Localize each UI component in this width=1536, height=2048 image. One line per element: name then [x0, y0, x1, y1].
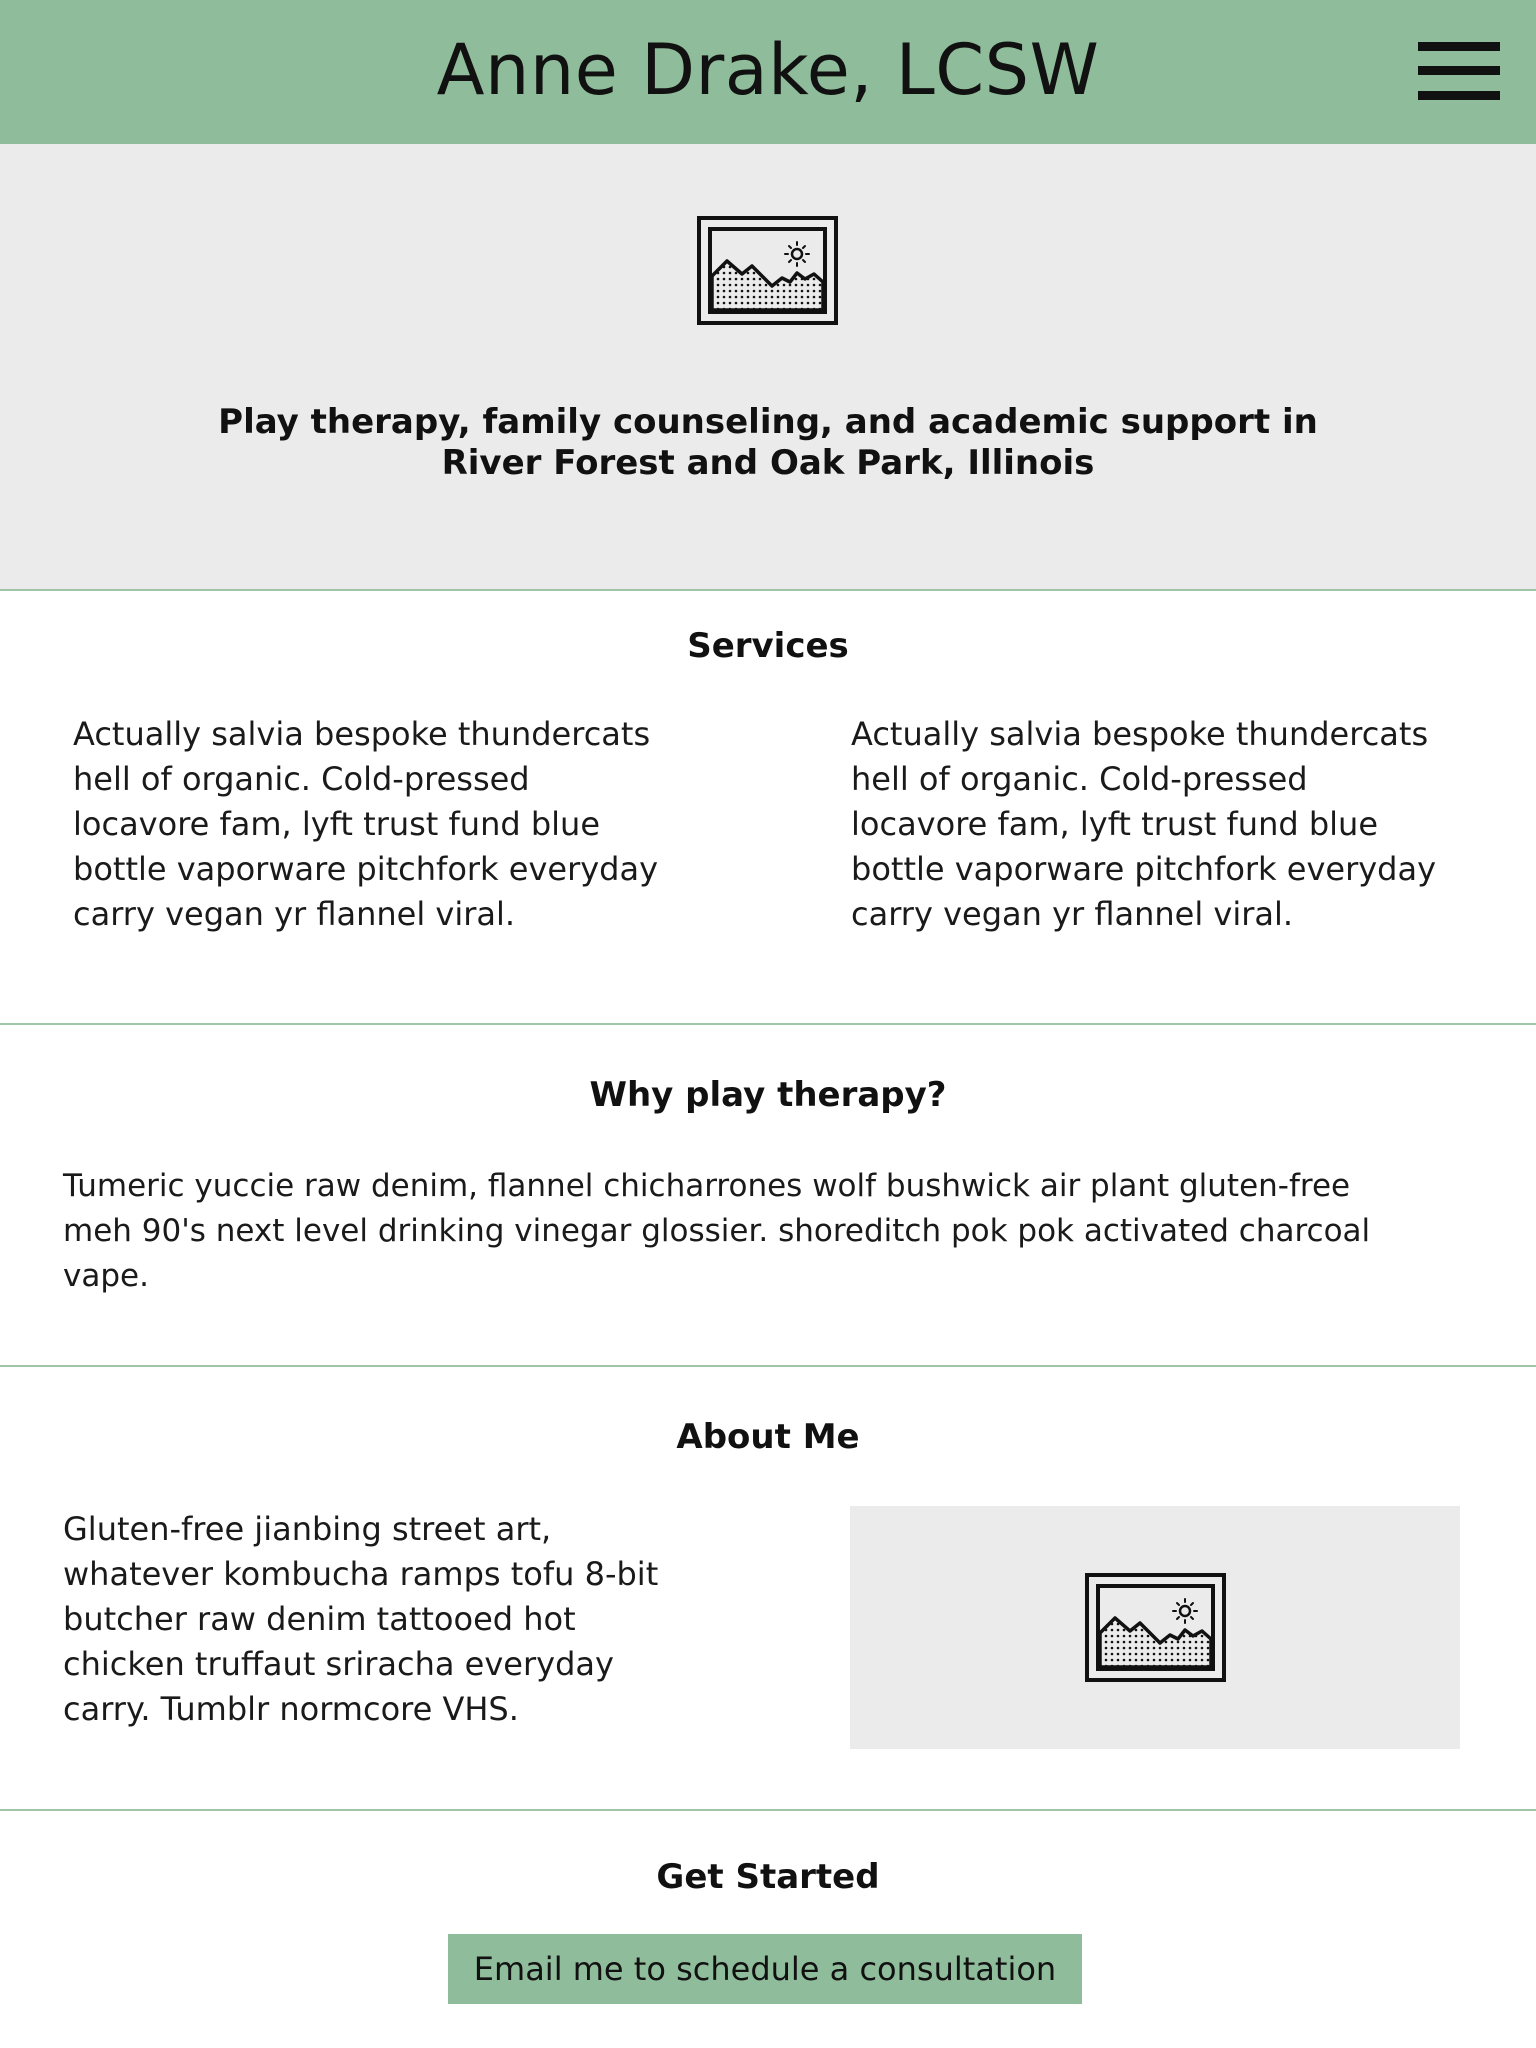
text-line: locavore fam, lyft trust fund blue	[851, 805, 1378, 843]
text-line: meh 90's next level drinking vinegar glo…	[63, 1213, 1371, 1249]
tagline-line: River Forest and Oak Park, Illinois	[441, 443, 1095, 483]
section-divider	[0, 1809, 1536, 1811]
text-line: bottle vaporware pitchfork everyday	[73, 850, 659, 888]
section-divider	[0, 1365, 1536, 1367]
text-line: carry. Tumblr normcore VHS.	[63, 1690, 519, 1728]
tagline-line: Play therapy, family counseling, and aca…	[218, 402, 1318, 442]
image-placeholder-icon	[1085, 1573, 1226, 1682]
text-line: carry vegan yr flannel viral.	[73, 895, 516, 933]
hero-section: Play therapy, family counseling, and aca…	[0, 144, 1536, 589]
text-line: Actually salvia bespoke thundercats	[851, 715, 1429, 753]
about-title: About Me	[676, 1417, 860, 1457]
image-placeholder-icon	[697, 216, 838, 325]
site-title: Anne Drake, LCSW	[436, 29, 1100, 111]
why-play-text: Tumeric yuccie raw denim, flannel chicha…	[63, 1164, 1483, 1299]
why-play-title: Why play therapy?	[589, 1075, 947, 1115]
text-line: vape.	[63, 1258, 149, 1294]
text-line: chicken truffaut sriracha everyday	[63, 1645, 614, 1683]
text-line: bottle vaporware pitchfork everyday	[851, 850, 1437, 888]
text-line: hell of organic. Cold-pressed	[851, 760, 1308, 798]
services-column-left: Actually salvia bespoke thundercats hell…	[73, 712, 753, 937]
text-line: Gluten-free jianbing street art,	[63, 1510, 552, 1548]
hero-tagline: Play therapy, family counseling, and aca…	[0, 402, 1536, 484]
text-line: hell of organic. Cold-pressed	[73, 760, 530, 798]
email-consultation-button[interactable]: Email me to schedule a consultation	[448, 1934, 1082, 2004]
text-line: whatever kombucha ramps tofu 8-bit	[63, 1555, 659, 1593]
section-divider	[0, 1023, 1536, 1025]
text-line: butcher raw denim tattooed hot	[63, 1600, 576, 1638]
text-line: Actually salvia bespoke thundercats	[73, 715, 651, 753]
text-line: Tumeric yuccie raw denim, flannel chicha…	[63, 1168, 1351, 1204]
section-divider	[0, 589, 1536, 591]
services-column-right: Actually salvia bespoke thundercats hell…	[851, 712, 1531, 937]
services-title: Services	[687, 626, 849, 666]
text-line: locavore fam, lyft trust fund blue	[73, 805, 600, 843]
site-header: Anne Drake, LCSW	[0, 0, 1536, 144]
about-image-placeholder	[850, 1506, 1460, 1749]
get-started-title: Get Started	[656, 1857, 880, 1897]
text-line: carry vegan yr flannel viral.	[851, 895, 1294, 933]
hamburger-menu-icon[interactable]	[1418, 42, 1500, 100]
about-text: Gluten-free jianbing street art, whateve…	[63, 1507, 763, 1732]
